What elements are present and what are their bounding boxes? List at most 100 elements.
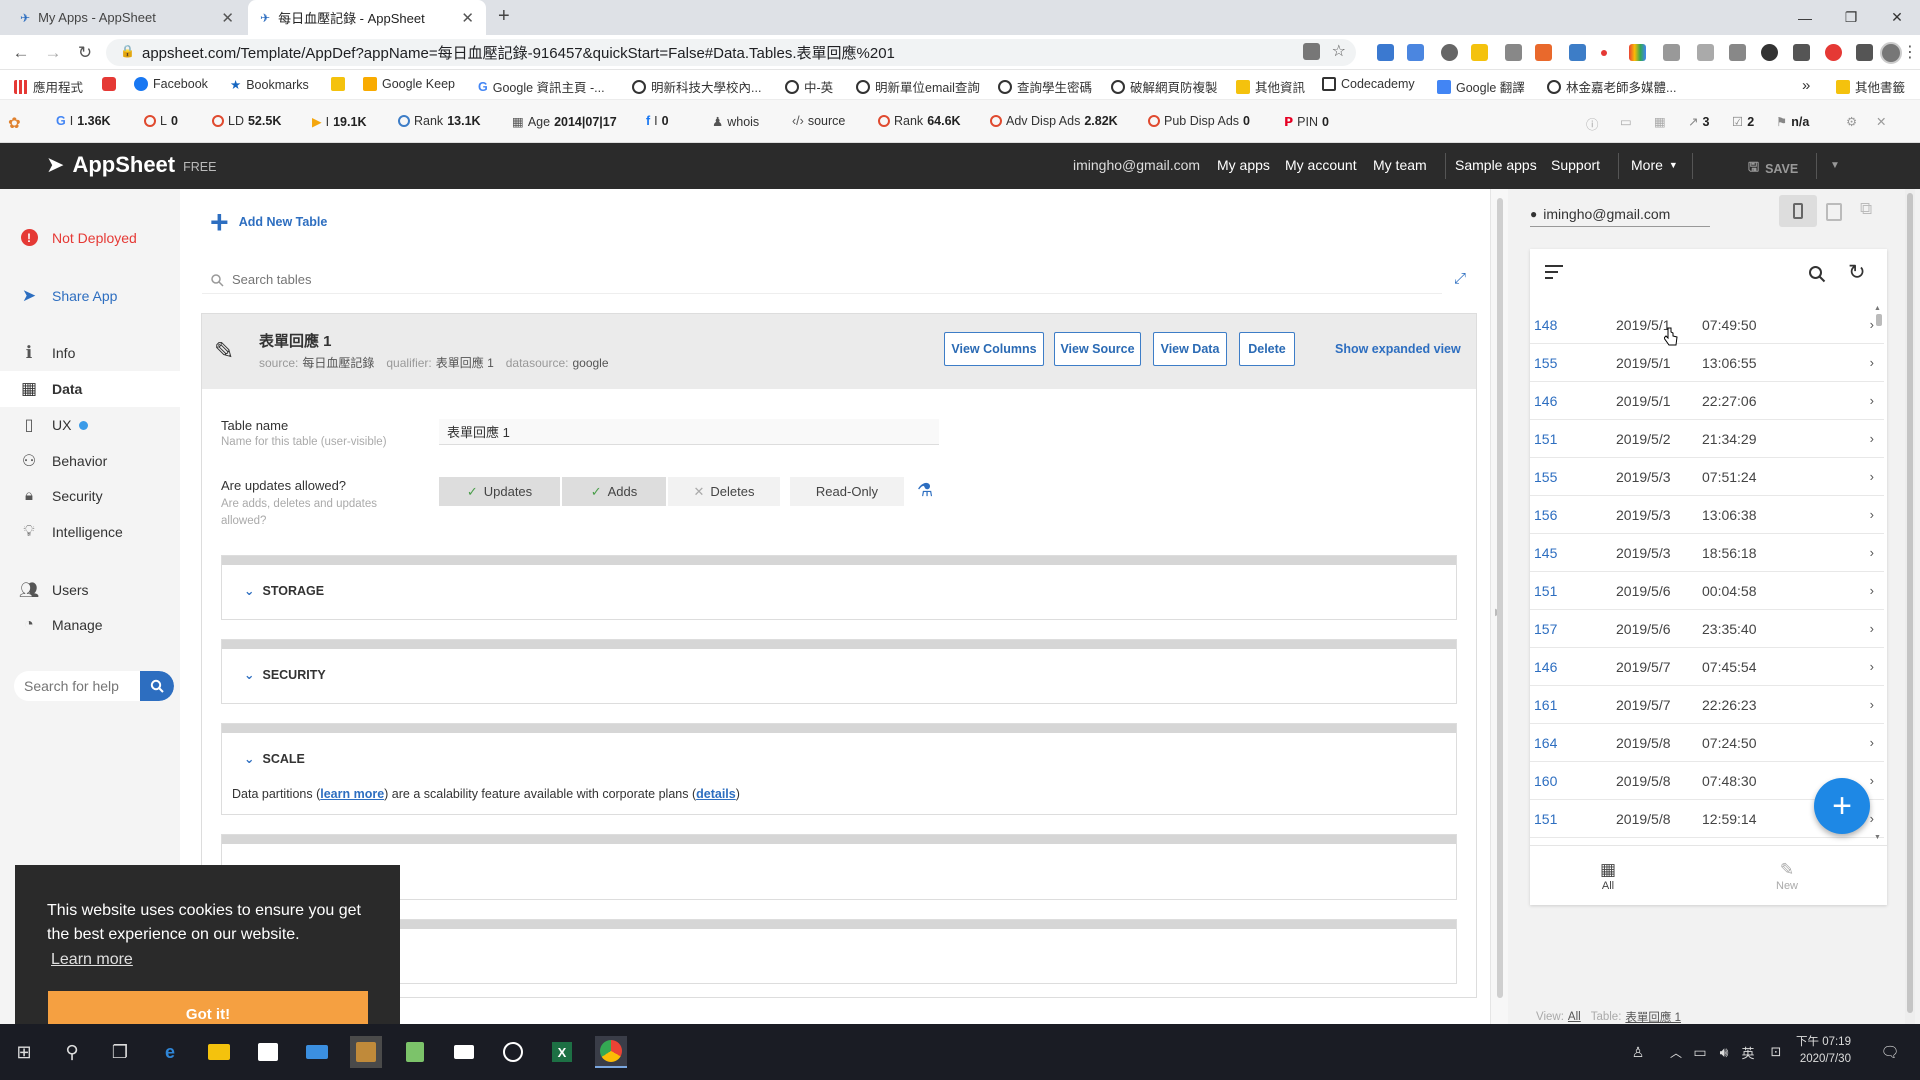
sidebar-item-data[interactable]: ▦ Data — [20, 379, 82, 399]
seo-metric[interactable]: Pub Disp Ads 0 — [1148, 114, 1250, 128]
edit-table-icon[interactable]: ✎ — [214, 337, 234, 366]
preview-row[interactable]: 146 2019/5/1 22:27:06 › — [1530, 382, 1884, 420]
windows-start-icon[interactable]: ⊞ — [8, 1036, 40, 1068]
nav-my-apps[interactable]: My apps — [1217, 157, 1270, 173]
bookmark-mingsin[interactable]: 明新科技大學校內... — [632, 77, 761, 96]
view-columns-button[interactable]: View Columns — [944, 332, 1044, 366]
scroll-up-icon[interactable]: ▲ — [1874, 305, 1881, 312]
save-button[interactable]: 🖫 SAVE — [1748, 158, 1798, 180]
seo-metric[interactable]: ▶ I 19.1K — [312, 114, 366, 130]
nav-more[interactable]: More ▼ — [1631, 157, 1678, 173]
pen-icon[interactable]: ♙ — [1622, 1036, 1654, 1068]
view-data-button[interactable]: View Data — [1153, 332, 1227, 366]
preview-user-selector[interactable]: ● imingho@gmail.com — [1530, 201, 1710, 227]
flask-beaker-icon[interactable]: ⚗ — [917, 480, 933, 501]
excel-icon[interactable]: X — [546, 1036, 578, 1068]
preview-row[interactable]: 157 2019/5/6 23:35:40 › — [1530, 610, 1884, 648]
seo-metric[interactable]: 𝗣 PIN 0 — [1284, 114, 1329, 130]
sidebar-item-users[interactable]: 👥︎ Users — [19, 580, 89, 600]
file-explorer-icon[interactable] — [203, 1036, 235, 1068]
extension-cloud-icon[interactable] — [1377, 44, 1394, 61]
sidebar-item-ux[interactable]: ▯ UX — [20, 415, 89, 435]
taskbar-app-archive-icon[interactable] — [350, 1036, 382, 1068]
extension-square-icon[interactable] — [1729, 44, 1746, 61]
view-tab-new[interactable]: ✎ New — [1776, 860, 1798, 892]
close-window-icon[interactable]: ✕ — [1874, 0, 1920, 35]
bookmark-folder-other-info[interactable]: 其他資訊 — [1236, 77, 1305, 96]
preview-row[interactable]: 151 2019/5/6 00:04:58 › — [1530, 572, 1884, 610]
bookmark-email-lookup[interactable]: 明新單位email查詢 — [856, 77, 980, 96]
table-link[interactable]: 表單回應 1 — [1625, 1009, 1681, 1025]
taskbar-clock[interactable]: 下午 07:19 2020/7/30 — [1796, 1034, 1851, 1068]
extension-circle-icon[interactable] — [1761, 44, 1778, 61]
extension-code-icon[interactable] — [1505, 44, 1522, 61]
seo-info-icon[interactable]: ⓘ — [1586, 114, 1599, 133]
maximize-icon[interactable]: ❐ — [1828, 0, 1874, 35]
sidebar-item-intelligence[interactable]: 💡︎ Intelligence — [20, 523, 122, 541]
bookmark-star-icon[interactable]: ☆ — [1332, 41, 1346, 61]
sort-menu-icon[interactable] — [1545, 265, 1563, 279]
preview-row[interactable]: 145 2019/5/3 18:56:18 › — [1530, 534, 1884, 572]
close-tab-icon[interactable]: ✕ — [221, 9, 234, 27]
seo-settings-icon[interactable]: ⚙ — [1846, 114, 1857, 129]
refresh-icon[interactable]: ↻ — [1848, 260, 1866, 285]
reload-icon[interactable]: ↻ — [74, 42, 96, 64]
preview-row[interactable]: 148 2019/5/1 07:49:50 › — [1530, 306, 1884, 344]
learn-more-link[interactable]: learn more — [320, 787, 384, 801]
table-name-input[interactable] — [439, 419, 939, 445]
bookmark-facebook[interactable]: Facebook — [134, 77, 208, 91]
extension-chat-icon[interactable] — [1441, 44, 1458, 61]
help-search-button[interactable] — [140, 671, 174, 701]
scale-section-header[interactable]: ⌄ SCALE — [244, 751, 305, 767]
ime-mode-icon[interactable]: ⊡ — [1760, 1036, 1792, 1068]
expand-arrows-icon[interactable]: ⤢ — [1454, 270, 1466, 287]
nav-sample-apps[interactable]: Sample apps — [1455, 157, 1537, 173]
extension-dot-icon[interactable] — [1601, 50, 1607, 56]
add-record-fab[interactable]: + — [1814, 778, 1870, 834]
task-view-icon[interactable]: ❐ — [104, 1036, 136, 1068]
add-new-table-button[interactable]: + Add New Table — [210, 206, 327, 238]
read-only-toggle[interactable]: Read-Only — [790, 477, 904, 506]
seo-grid-icon[interactable]: ▦ — [1654, 114, 1666, 129]
seo-source[interactable]: ‹/› source — [792, 114, 845, 128]
browser-tab-appsheet-editor[interactable]: ✈ 每日血壓記錄 - AppSheet ✕ — [248, 0, 486, 35]
seo-links[interactable]: ↗ 3 — [1688, 114, 1709, 130]
sidebar-item-security[interactable]: 🔒︎ Security — [20, 487, 103, 504]
deploy-status[interactable]: ! Not Deployed — [20, 229, 137, 246]
seo-monitor-icon[interactable]: ▭ — [1620, 114, 1632, 129]
appsheet-logo[interactable]: ➤ AppSheet FREE — [46, 152, 216, 178]
page-scrollbar[interactable] — [1905, 189, 1915, 1024]
new-tab-button[interactable]: + — [498, 5, 510, 28]
seo-metric[interactable]: Rank 64.6K — [878, 114, 961, 128]
save-dropdown-icon[interactable]: ▼ — [1830, 160, 1840, 171]
deletes-toggle[interactable]: ✕ Deletes — [668, 477, 780, 506]
camera-icon[interactable] — [448, 1036, 480, 1068]
open-external-icon[interactable]: ⧉ — [1860, 199, 1872, 219]
obs-icon[interactable] — [497, 1036, 529, 1068]
bookmark-codecademy[interactable]: Codecademy — [1322, 77, 1415, 91]
bookmark-folder-other[interactable]: 其他書籤 — [1836, 77, 1905, 96]
sidebar-item-behavior[interactable]: ⚇ Behavior — [20, 451, 107, 471]
bookmark-student-password[interactable]: 查詢學生密碼 — [998, 77, 1092, 96]
preview-row[interactable]: 146 2019/5/7 07:45:54 › — [1530, 648, 1884, 686]
close-tab-icon[interactable]: ✕ — [461, 9, 474, 27]
phone-view-button[interactable] — [1779, 195, 1817, 227]
seo-metric[interactable]: Adv Disp Ads 2.82K — [990, 114, 1118, 128]
browser-tab-my-apps[interactable]: ✈ My Apps - AppSheet ✕ — [8, 0, 246, 35]
bookmark-apps[interactable]: 應用程式 — [14, 77, 83, 96]
minimize-icon[interactable]: — — [1782, 0, 1828, 35]
bookmark-zh-en[interactable]: 中-英 — [785, 77, 833, 96]
seo-close-icon[interactable]: ✕ — [1876, 114, 1886, 129]
bookmark-teacher-lin[interactable]: 林金嘉老師多媒體... — [1547, 77, 1676, 96]
bookmark-anti-copy[interactable]: 破解網頁防複製 — [1111, 77, 1218, 96]
extension-note-icon[interactable] — [1471, 44, 1488, 61]
seo-metric[interactable]: ▦ Age 2014|07|17 — [512, 114, 617, 130]
bookmark-bookmarks[interactable]: ★ Bookmarks — [230, 77, 309, 93]
view-tab-all[interactable]: ▦ All — [1600, 860, 1616, 892]
storage-section-header[interactable]: ⌄ STORAGE — [244, 583, 324, 599]
translate-page-icon[interactable] — [1303, 43, 1320, 60]
seo-metric[interactable]: fI0 — [646, 114, 669, 128]
preview-row[interactable]: 161 2019/5/7 22:26:23 › — [1530, 686, 1884, 724]
seo-metric[interactable]: LD 52.5K — [212, 114, 281, 128]
main-scrollbar[interactable] — [1497, 198, 1503, 998]
